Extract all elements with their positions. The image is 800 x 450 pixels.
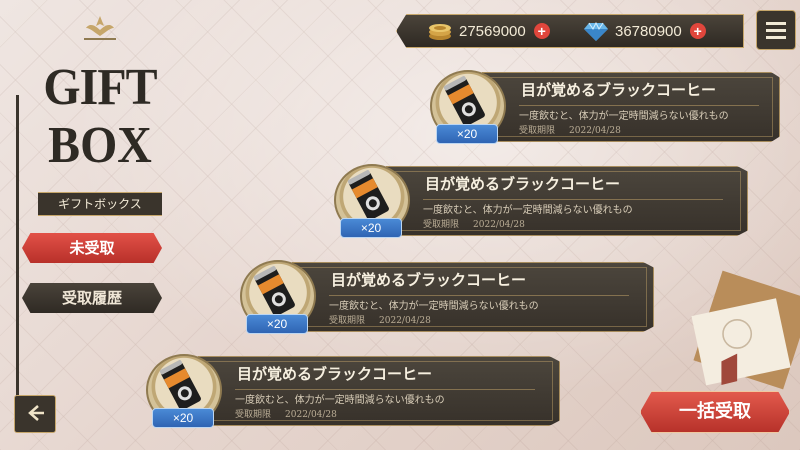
currency-bar: 27569000 + 36780900 + (396, 14, 744, 48)
gift-item-banner: 目が覚めるブラックコーヒー 一度飲むと、体力が一定時間減らない優れもの 受取期限… (292, 262, 654, 332)
gift-item-title: 目が覚めるブラックコーヒー (237, 365, 433, 383)
gift-item[interactable]: 目が覚めるブラックコーヒー 一度飲むと、体力が一定時間減らない優れもの 受取期限… (234, 256, 654, 336)
gem-balance: 36780900 + (583, 15, 706, 47)
add-coins-button[interactable]: + (533, 23, 550, 39)
gift-item-deadline: 受取期限 2022/04/28 (423, 217, 539, 230)
gift-item-deadline: 受取期限 2022/04/28 (235, 407, 351, 420)
gift-item-thumbnail: ×20 (328, 160, 412, 240)
gift-item-banner: 目が覚めるブラックコーヒー 一度飲むと、体力が一定時間減らない優れもの 受取期限… (386, 166, 748, 236)
hamburger-menu-icon-line (766, 36, 786, 39)
envelope-decoration (691, 270, 800, 390)
gift-item-thumbnail: ×20 (424, 66, 508, 146)
left-rail-decoration (16, 95, 19, 425)
plus-icon: + (537, 23, 546, 39)
gift-item-banner: 目が覚めるブラックコーヒー 一度飲むと、体力が一定時間減らない優れもの 受取期限… (482, 72, 780, 142)
gift-item[interactable]: 目が覚めるブラックコーヒー 一度飲むと、体力が一定時間減らない優れもの 受取期限… (424, 66, 780, 146)
gift-item-banner: 目が覚めるブラックコーヒー 一度飲むと、体力が一定時間減らない優れもの 受取期限… (198, 356, 560, 426)
gift-item-count: ×20 (340, 218, 402, 238)
coin-stack-icon (429, 24, 451, 40)
tab-unclaimed[interactable]: 未受取 (22, 233, 162, 263)
gift-item[interactable]: 目が覚めるブラックコーヒー 一度飲むと、体力が一定時間減らない優れもの 受取期限… (140, 350, 560, 430)
gift-item-title: 目が覚めるブラックコーヒー (521, 81, 717, 99)
deadline-date: 2022/04/28 (473, 220, 525, 230)
gift-item-title: 目が覚めるブラックコーヒー (425, 175, 621, 193)
deadline-date: 2022/04/28 (569, 126, 621, 136)
hamburger-menu-icon-line (766, 29, 786, 32)
add-gems-button[interactable]: + (689, 23, 706, 39)
gift-item-thumbnail: ×20 (140, 350, 224, 430)
tab-claim-history[interactable]: 受取履歴 (22, 283, 162, 313)
deadline-date: 2022/04/28 (285, 410, 337, 420)
gift-item-deadline: 受取期限 2022/04/28 (519, 123, 635, 136)
gift-item-title: 目が覚めるブラックコーヒー (331, 271, 527, 289)
gift-item-count: ×20 (436, 124, 498, 144)
diamond-icon (584, 21, 608, 41)
deadline-label: 受取期限 (519, 126, 556, 136)
deadline-label: 受取期限 (423, 220, 460, 230)
gift-item-description: 一度飲むと、体力が一定時間減らない優れもの (329, 295, 629, 312)
gift-item-thumbnail: ×20 (234, 256, 318, 336)
gift-item-description: 一度飲むと、体力が一定時間減らない優れもの (519, 105, 759, 122)
deadline-label: 受取期限 (329, 316, 366, 326)
gift-item-description: 一度飲むと、体力が一定時間減らない優れもの (423, 199, 723, 216)
back-button[interactable] (14, 395, 56, 433)
deadline-date: 2022/04/28 (379, 316, 431, 326)
gift-item-count: ×20 (246, 314, 308, 334)
logo-subtitle: ギフトボックス (38, 192, 162, 216)
plus-icon: + (693, 23, 702, 39)
logo-box-text: BOX (48, 117, 152, 174)
coin-amount: 27569000 (459, 22, 526, 40)
gift-item[interactable]: 目が覚めるブラックコーヒー 一度飲むと、体力が一定時間減らない優れもの 受取期限… (328, 160, 748, 240)
menu-button[interactable] (756, 10, 796, 50)
coin-balance: 27569000 + (427, 15, 550, 47)
gift-item-description: 一度飲むと、体力が一定時間減らない優れもの (235, 389, 535, 406)
crown-ornament-icon (84, 16, 116, 40)
claim-all-button[interactable]: 一括受取 (640, 391, 790, 433)
deadline-label: 受取期限 (235, 410, 272, 420)
gift-item-deadline: 受取期限 2022/04/28 (329, 313, 445, 326)
gem-amount: 36780900 (615, 22, 682, 40)
hamburger-menu-icon (766, 22, 786, 25)
logo-gift-text: GIFT (43, 59, 157, 116)
gift-box-logo: GIFT BOX ギフトボックス (30, 14, 170, 216)
back-arrow-icon (28, 405, 44, 421)
gift-item-count: ×20 (152, 408, 214, 428)
